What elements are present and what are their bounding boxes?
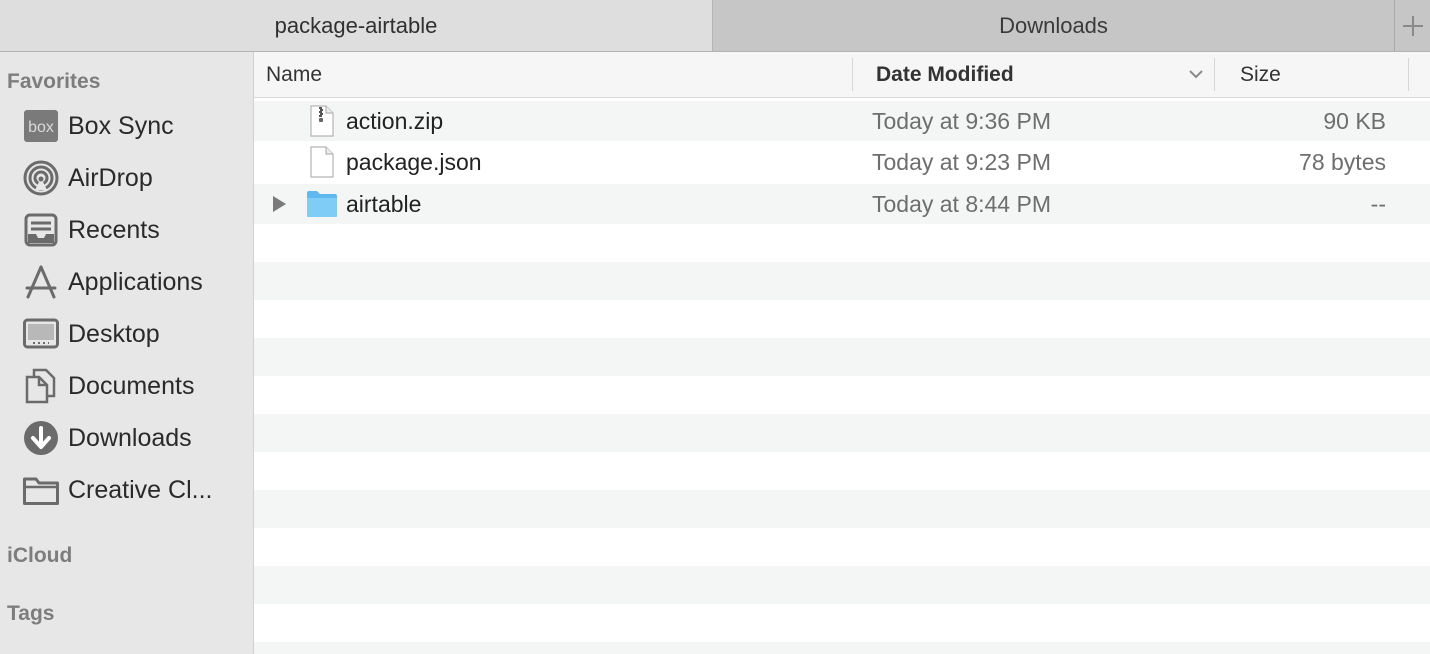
column-header-name[interactable]: Name	[266, 52, 322, 97]
applications-icon	[22, 263, 60, 301]
sidebar-item-label: Box Sync	[68, 111, 174, 140]
column-header-label: Size	[1240, 62, 1281, 86]
sidebar-item-label: AirDrop	[68, 163, 153, 192]
column-header-label: Name	[266, 62, 323, 86]
tab-label: package-airtable	[274, 12, 438, 38]
tab-label: Downloads	[999, 12, 1108, 38]
table-row[interactable]: package.json Today at 9:23 PM 78 bytes	[254, 142, 1430, 182]
sidebar-item-label: Creative Cl...	[68, 475, 213, 504]
file-name: action.zip	[346, 107, 444, 134]
file-name: package.json	[346, 148, 482, 175]
empty-row-stripe	[254, 262, 1430, 300]
file-name: airtable	[346, 190, 422, 217]
empty-row-stripe	[254, 566, 1430, 604]
column-divider[interactable]	[1214, 58, 1215, 91]
column-header-date-modified[interactable]: Date Modified	[876, 52, 1224, 97]
sidebar: Favorites box Box Sync AirDrop Recents A…	[0, 52, 254, 654]
tab-downloads[interactable]: Downloads	[713, 0, 1395, 51]
sidebar-item-documents[interactable]: Documents	[22, 364, 247, 408]
airdrop-icon	[22, 159, 60, 197]
sidebar-item-label: Recents	[68, 215, 160, 244]
sidebar-item-airdrop[interactable]: AirDrop	[22, 156, 247, 200]
sidebar-item-downloads[interactable]: Downloads	[22, 416, 247, 460]
documents-icon	[22, 367, 60, 405]
column-divider[interactable]	[852, 58, 853, 91]
empty-row-stripe	[254, 414, 1430, 452]
list-header: Name Date Modified Size	[254, 52, 1430, 98]
column-divider[interactable]	[1408, 58, 1409, 91]
sidebar-item-creative-cloud[interactable]: Creative Cl...	[22, 468, 247, 512]
box-icon: box	[22, 107, 60, 145]
empty-row-stripe	[254, 642, 1430, 654]
table-row[interactable]: action.zip Today at 9:36 PM 90 KB	[254, 101, 1430, 141]
tab-bar: package-airtable Downloads	[0, 0, 1430, 52]
recents-icon	[22, 211, 60, 249]
plus-icon	[1402, 15, 1423, 36]
file-size: 78 bytes	[1299, 148, 1386, 175]
file-size: 90 KB	[1323, 107, 1386, 134]
svg-text:box: box	[28, 119, 54, 136]
tags-section-title: Tags	[7, 602, 55, 625]
desktop-icon	[22, 315, 60, 353]
sidebar-item-label: Applications	[68, 267, 203, 296]
tab-package-airtable[interactable]: package-airtable	[0, 0, 713, 51]
sidebar-item-label: Desktop	[68, 319, 160, 348]
sidebar-item-box-sync[interactable]: box Box Sync	[22, 104, 247, 148]
sidebar-item-applications[interactable]: Applications	[22, 260, 247, 304]
file-size: --	[1370, 190, 1386, 217]
column-header-label: Date Modified	[876, 62, 1014, 86]
icloud-section-title: iCloud	[7, 544, 73, 567]
sidebar-item-recents[interactable]: Recents	[22, 208, 247, 252]
sidebar-item-desktop[interactable]: Desktop	[22, 312, 247, 356]
empty-row-stripe	[254, 338, 1430, 376]
zip-file-icon	[310, 105, 334, 137]
file-list: Name Date Modified Size action.zip Today…	[254, 52, 1430, 654]
document-file-icon	[310, 146, 334, 178]
folder-icon	[22, 471, 60, 509]
file-date-modified: Today at 9:23 PM	[872, 148, 1051, 175]
favorites-section-title: Favorites	[7, 70, 101, 93]
new-tab-button[interactable]	[1395, 0, 1430, 51]
empty-row-stripe	[254, 490, 1430, 528]
sidebar-item-label: Documents	[68, 371, 195, 400]
file-date-modified: Today at 8:44 PM	[872, 190, 1051, 217]
disclosure-triangle-icon[interactable]	[271, 195, 287, 213]
downloads-icon	[22, 419, 60, 457]
column-header-size[interactable]: Size	[1240, 52, 1281, 97]
sidebar-item-label: Downloads	[68, 423, 192, 452]
file-date-modified: Today at 9:36 PM	[872, 107, 1051, 134]
table-row[interactable]: airtable Today at 8:44 PM --	[254, 184, 1430, 224]
chevron-down-icon	[1189, 70, 1203, 79]
folder-icon	[307, 191, 337, 217]
